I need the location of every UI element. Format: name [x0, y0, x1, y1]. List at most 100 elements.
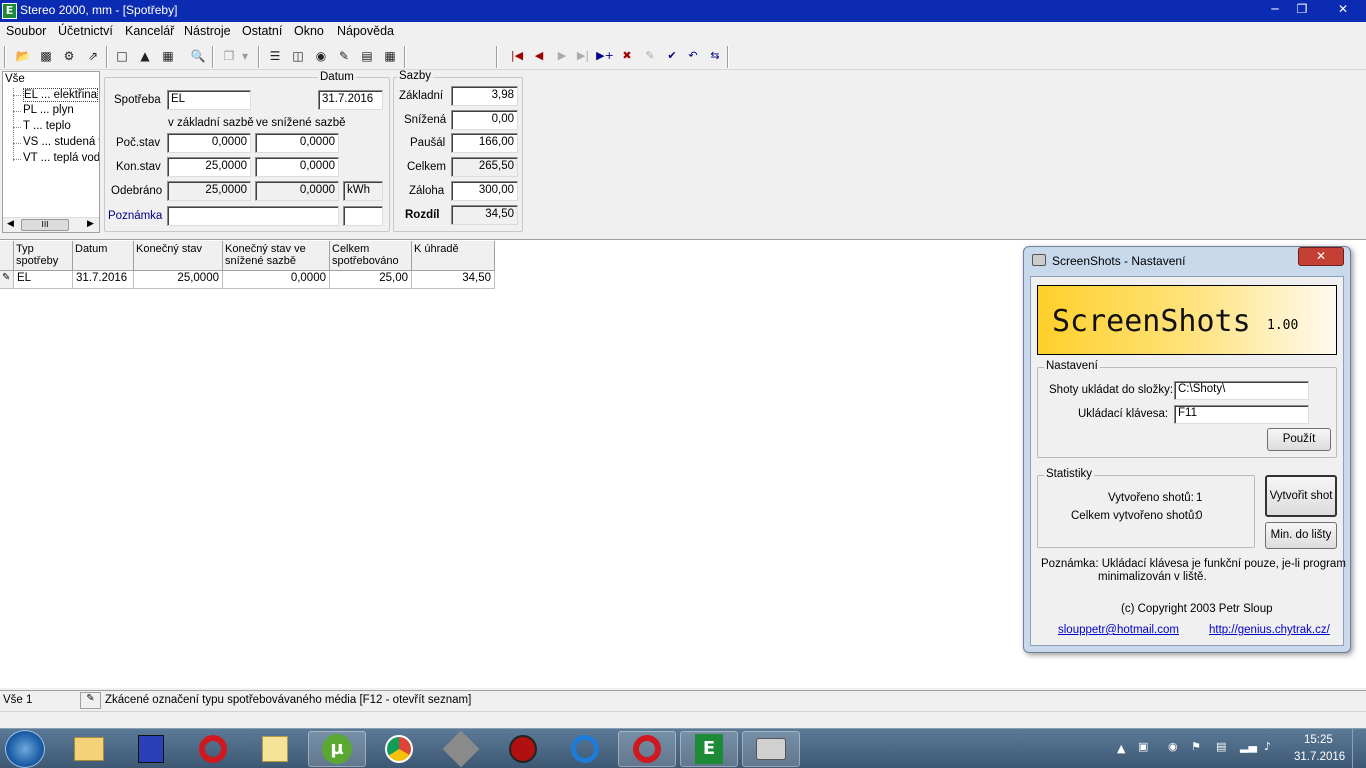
maximize-button[interactable]: ❐ [1289, 1, 1315, 19]
taskbar-save-app[interactable] [122, 731, 180, 767]
undo-icon[interactable]: ↶ [684, 47, 702, 65]
zakladni-input[interactable]: 3,98 [451, 86, 518, 106]
table-cell[interactable]: 0,0000 [223, 271, 330, 289]
web-link[interactable]: http://genius.chytrak.cz/ [1209, 624, 1330, 636]
datum-input[interactable]: 31.7.2016 [318, 90, 383, 110]
tree-item-vs[interactable]: VS ... studená v [23, 136, 99, 148]
prev-record-icon[interactable]: ◀ [530, 47, 548, 65]
window-up-icon[interactable]: ▲ [136, 47, 154, 65]
new-window-icon[interactable]: □ [113, 47, 131, 65]
grid-header-datum[interactable]: Datum [73, 241, 134, 271]
grid-header-konecny-stav[interactable]: Konečný stav [134, 241, 223, 271]
tray-volume-icon[interactable]: ♪ [1264, 740, 1271, 753]
edit-doc-icon[interactable]: ✎ [335, 47, 353, 65]
last-record-icon[interactable]: ▶| [574, 47, 592, 65]
tray-flag-icon[interactable]: ⚑ [1191, 740, 1201, 753]
table-cell[interactable]: 34,50 [412, 271, 495, 289]
tray-device-icon[interactable]: ▤ [1216, 740, 1226, 753]
taskbar-image-app[interactable] [246, 731, 304, 767]
scrollbar-thumb[interactable]: III [21, 219, 69, 231]
grid-header-typ[interactable]: Typ spotřeby [14, 241, 73, 271]
book-icon[interactable]: ▤ [358, 47, 376, 65]
taskbar-opera-window[interactable] [618, 731, 676, 767]
minimize-button[interactable]: ─ [1262, 1, 1288, 19]
snizena-input[interactable]: 0,00 [451, 110, 518, 130]
taskbar-opera[interactable] [184, 731, 242, 767]
tree-root[interactable]: Vše [5, 73, 25, 85]
take-shot-button[interactable]: Vytvořit shot [1265, 475, 1337, 517]
dialog-close-button[interactable]: ✕ [1298, 247, 1344, 266]
show-desktop-button[interactable] [1352, 729, 1366, 768]
tray-signal-icon[interactable]: ▂▄ [1240, 740, 1257, 753]
tree-item-vt[interactable]: VT ... teplá vod [23, 152, 99, 164]
scroll-right-icon[interactable]: ▶ [87, 219, 94, 229]
apply-button[interactable]: Použít [1267, 428, 1331, 451]
menu-ucetnictvi[interactable]: Účetnictví [58, 24, 113, 38]
open-folder-icon[interactable]: 📂 [14, 47, 32, 65]
start-button[interactable] [5, 730, 45, 768]
taskbar-tool[interactable] [432, 730, 490, 768]
table-cell[interactable]: 31.7.2016 [73, 271, 134, 289]
menu-kancelar[interactable]: Kancelář [125, 24, 174, 38]
delete-record-icon[interactable]: ✖ [618, 47, 636, 65]
save-icon[interactable]: ▩ [37, 47, 55, 65]
folder-input[interactable]: C:\Shoty\ [1174, 381, 1309, 400]
menu-soubor[interactable]: Soubor [6, 24, 46, 38]
tool-2-icon[interactable]: ◫ [289, 47, 307, 65]
taskbar-utorrent[interactable]: µ [308, 731, 366, 767]
category-tree[interactable]: Vše EL ... elektřina PL ... plyn T ... t… [2, 71, 100, 233]
clock-time[interactable]: 15:25 [1304, 734, 1333, 746]
menu-napoveda[interactable]: Nápověda [337, 24, 394, 38]
tool-3-icon[interactable]: ◉ [312, 47, 330, 65]
email-link[interactable]: slouppetr@hotmail.com [1058, 624, 1179, 636]
spotreba-input[interactable]: EL [167, 90, 251, 110]
taskbar-chrome[interactable] [370, 731, 428, 767]
menu-nastroje[interactable]: Nástroje [184, 24, 231, 38]
minimize-to-tray-button[interactable]: Min. do lišty [1265, 522, 1337, 549]
table-cell[interactable]: EL [14, 271, 73, 289]
taskbar-app-blue[interactable] [556, 731, 614, 767]
close-button[interactable]: ✕ [1330, 1, 1356, 19]
tray-network-icon[interactable]: ▣ [1138, 740, 1148, 753]
tree-horizontal-scrollbar[interactable]: ◀ III ▶ [3, 217, 99, 232]
poznamka-input[interactable] [167, 206, 339, 226]
resize-icon[interactable]: ▦ [159, 47, 177, 65]
clock-date[interactable]: 31.7.2016 [1294, 751, 1345, 763]
tool-1-icon[interactable]: ☰ [266, 47, 284, 65]
grid-header-k-uhrade[interactable]: K úhradě [412, 241, 495, 271]
taskbar-stereo[interactable]: E [680, 731, 738, 767]
zaloha-input[interactable]: 300,00 [451, 181, 518, 201]
grid-header-konecny-stav-snizene[interactable]: Konečný stav ve snížené sazbě [223, 241, 330, 271]
tree-item-el[interactable]: EL ... elektřina [23, 88, 99, 102]
menu-ostatni[interactable]: Ostatní [242, 24, 282, 38]
refresh-icon[interactable]: ⇆ [706, 47, 724, 65]
taskbar-explorer[interactable] [60, 731, 118, 767]
poc-stav-snizene-input[interactable]: 0,0000 [255, 133, 339, 153]
key-input[interactable]: F11 [1174, 405, 1309, 424]
kon-stav-snizene-input[interactable]: 0,0000 [255, 157, 339, 177]
tree-item-t[interactable]: T ... teplo [23, 120, 71, 132]
settings-icon[interactable]: ⚙ [60, 47, 78, 65]
next-record-icon[interactable]: ▶ [553, 47, 571, 65]
taskbar-screenshots[interactable] [742, 731, 800, 767]
tray-app-icon[interactable]: ◉ [1168, 740, 1178, 753]
chevron-down-icon[interactable]: ▾ [236, 47, 254, 65]
tray-expand-icon[interactable]: ▲ [1117, 742, 1125, 755]
export-icon[interactable]: ⇗ [84, 47, 102, 65]
grid-header-celkem[interactable]: Celkem spotřebováno [330, 241, 412, 271]
confirm-icon[interactable]: ✔ [663, 47, 681, 65]
tree-item-pl[interactable]: PL ... plyn [23, 104, 74, 116]
taskbar-app-red[interactable] [494, 731, 552, 767]
table-cell[interactable]: 25,00 [330, 271, 412, 289]
pausal-input[interactable]: 166,00 [451, 133, 518, 153]
menu-okno[interactable]: Okno [294, 24, 324, 38]
poznamka-extra-input[interactable] [343, 206, 383, 226]
insert-record-icon[interactable]: ▶+ [596, 47, 614, 65]
table-cell[interactable]: 25,0000 [134, 271, 223, 289]
scroll-left-icon[interactable]: ◀ [7, 219, 14, 229]
kon-stav-zakladni-input[interactable]: 25,0000 [167, 157, 251, 177]
print-preview-icon[interactable]: 🔍 [189, 47, 207, 65]
edit-record-icon[interactable]: ✎ [641, 47, 659, 65]
calculator-icon[interactable]: ▦ [381, 47, 399, 65]
first-record-icon[interactable]: |◀ [508, 47, 526, 65]
